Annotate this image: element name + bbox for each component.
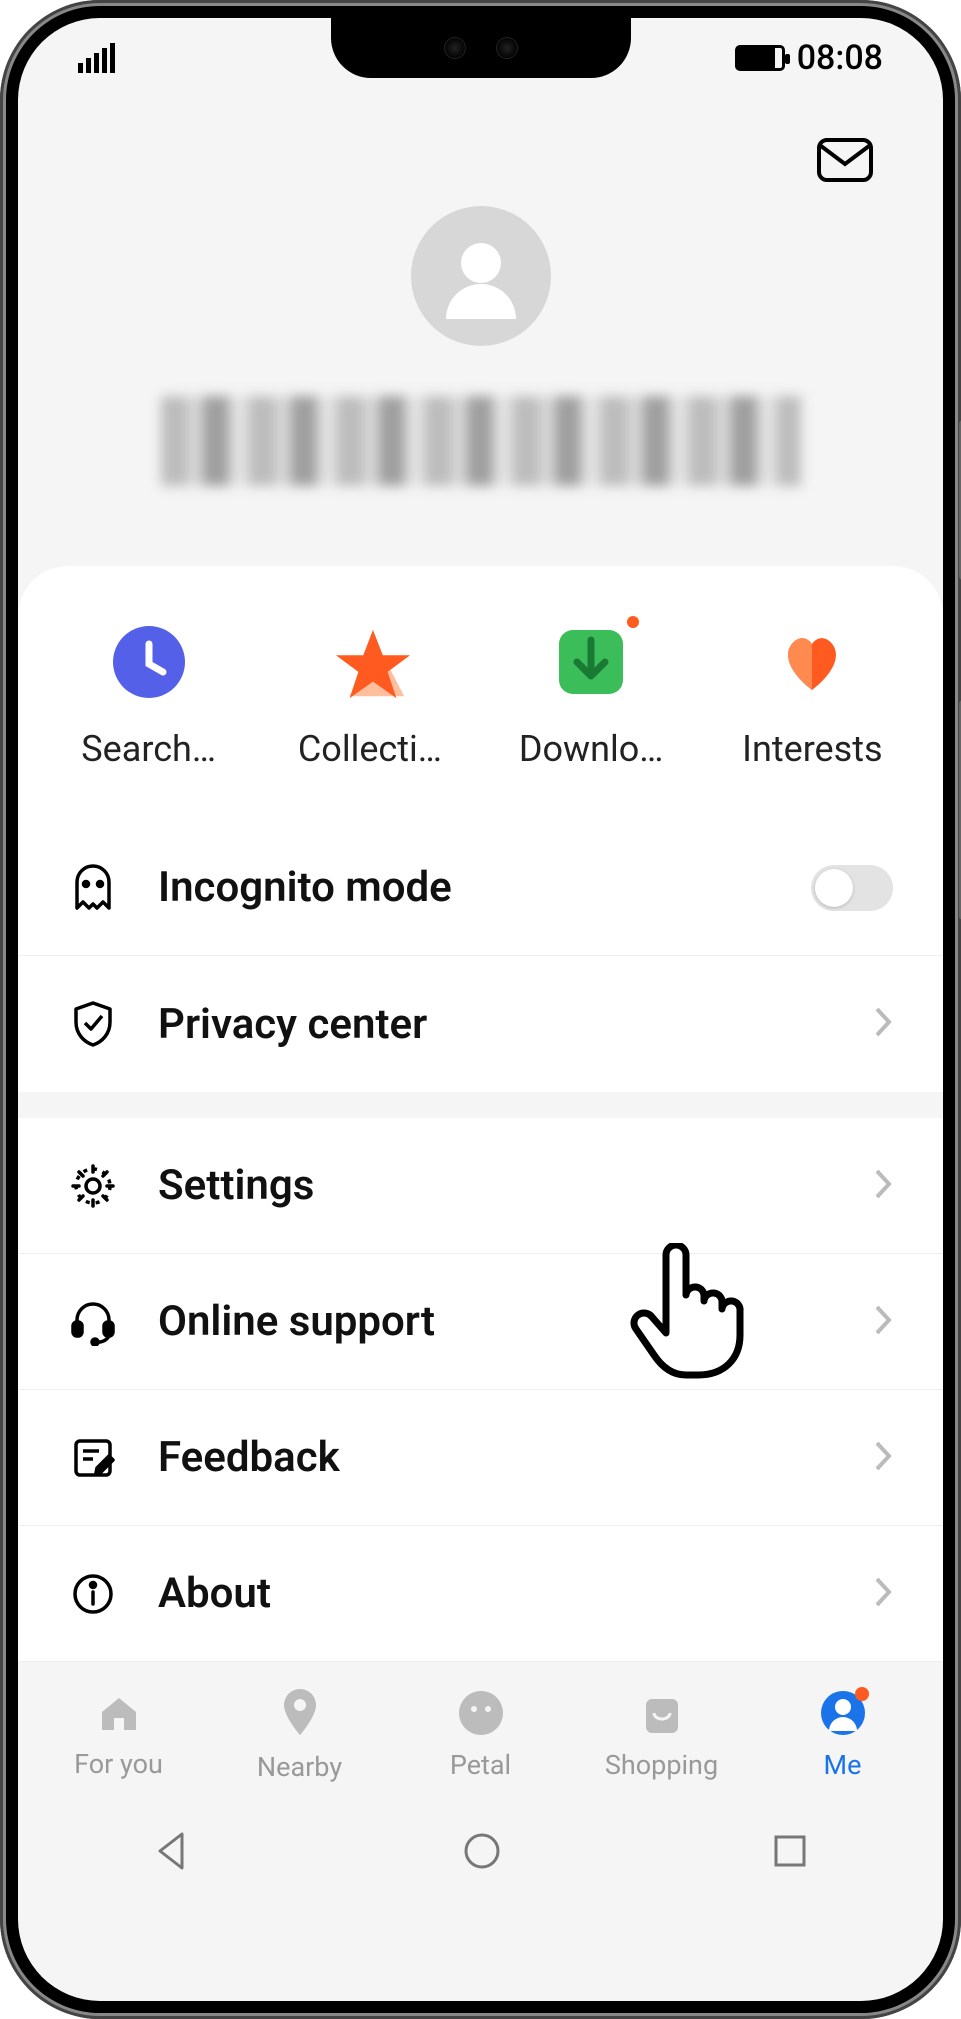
gear-icon <box>68 1163 118 1209</box>
menu-item-about[interactable]: About <box>18 1526 943 1662</box>
nav-label: Petal <box>450 1749 511 1781</box>
nav-label: For you <box>74 1748 163 1780</box>
quick-action-label: Collecti… <box>298 728 442 770</box>
nav-label: Shopping <box>605 1749 718 1781</box>
nav-nearby[interactable]: Nearby <box>209 1687 390 1783</box>
nav-label: Me <box>824 1749 862 1781</box>
menu-item-label: Privacy center <box>158 1000 873 1049</box>
nav-label: Nearby <box>257 1751 342 1783</box>
info-icon <box>68 1572 118 1616</box>
section-divider <box>18 1092 943 1118</box>
quick-action-label: Interests <box>742 728 882 770</box>
quick-action-collections[interactable]: Collecti… <box>259 626 480 770</box>
quick-action-label: Downlo… <box>519 728 663 770</box>
nav-me[interactable]: Me <box>752 1689 933 1781</box>
mail-icon[interactable] <box>817 138 873 186</box>
chevron-right-icon <box>873 1575 893 1613</box>
nav-shopping[interactable]: Shopping <box>571 1689 752 1781</box>
back-button[interactable] <box>152 1830 194 1876</box>
chevron-right-icon <box>873 1005 893 1043</box>
menu-item-incognito[interactable]: Incognito mode <box>18 820 943 956</box>
avatar[interactable] <box>411 206 551 346</box>
username-redacted <box>161 396 801 486</box>
home-button[interactable] <box>461 1830 503 1876</box>
person-icon <box>819 1689 867 1741</box>
notch <box>331 18 631 78</box>
menu-item-label: About <box>158 1569 873 1618</box>
note-edit-icon <box>68 1436 118 1480</box>
bag-icon <box>640 1689 684 1741</box>
menu-item-label: Incognito mode <box>158 863 811 912</box>
quick-action-interests[interactable]: Interests <box>702 626 923 770</box>
download-icon <box>555 626 627 698</box>
menu-group-general: Settings Online support <box>18 1118 943 1662</box>
nav-petal[interactable]: Petal <box>390 1689 571 1781</box>
home-icon <box>96 1690 142 1740</box>
chevron-right-icon <box>873 1439 893 1477</box>
quick-actions-row: Search… Collecti… Downlo… <box>18 606 943 820</box>
clock-icon <box>113 626 185 698</box>
menu-item-label: Online support <box>158 1297 873 1346</box>
face-icon <box>457 1689 505 1741</box>
chevron-right-icon <box>873 1167 893 1205</box>
recents-button[interactable] <box>771 1832 809 1874</box>
nav-for-you[interactable]: For you <box>28 1690 209 1780</box>
pin-icon <box>277 1687 323 1743</box>
star-icon <box>334 626 406 698</box>
menu-item-label: Settings <box>158 1161 873 1210</box>
heart-icon <box>776 626 848 698</box>
phone-screen: 08:08 <box>18 18 943 2001</box>
ghost-icon <box>68 864 118 912</box>
chevron-right-icon <box>873 1303 893 1341</box>
status-time: 08:08 <box>797 38 883 78</box>
menu-item-feedback[interactable]: Feedback <box>18 1390 943 1526</box>
signal-icon <box>78 43 115 73</box>
phone-frame: 08:08 <box>0 0 961 2019</box>
menu-item-privacy-center[interactable]: Privacy center <box>18 956 943 1092</box>
menu-item-label: Feedback <box>158 1433 873 1482</box>
shield-check-icon <box>68 1000 118 1048</box>
menu-item-online-support[interactable]: Online support <box>18 1254 943 1390</box>
profile-header <box>18 98 943 556</box>
quick-action-downloads[interactable]: Downlo… <box>481 626 702 770</box>
menu-group-privacy: Incognito mode Privacy center <box>18 820 943 1092</box>
menu-item-settings[interactable]: Settings <box>18 1118 943 1254</box>
quick-action-label: Search… <box>81 728 216 770</box>
quick-action-search[interactable]: Search… <box>38 626 259 770</box>
content-card: Search… Collecti… Downlo… <box>18 566 943 1662</box>
bottom-nav: For you Nearby Petal Shopping <box>18 1662 943 1793</box>
headset-icon <box>68 1298 118 1346</box>
battery-icon <box>735 45 785 71</box>
incognito-toggle[interactable] <box>811 865 893 911</box>
system-nav-bar <box>18 1793 943 1913</box>
